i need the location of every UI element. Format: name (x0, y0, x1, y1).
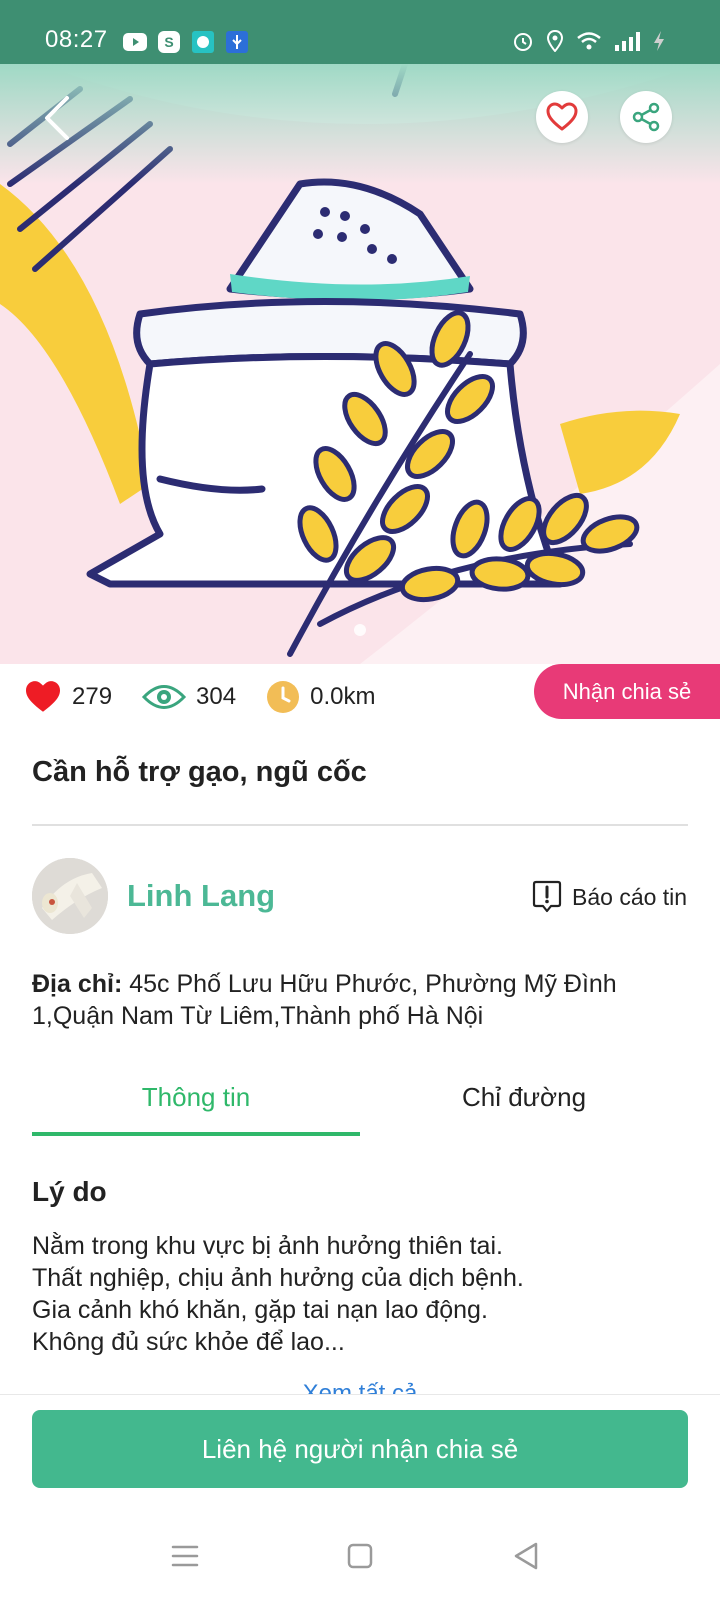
svg-text:S: S (164, 34, 173, 50)
nav-menu-button[interactable] (165, 1536, 205, 1576)
report-icon (532, 880, 562, 913)
system-status-icons (512, 30, 666, 52)
post-stats: 279 304 0.0km (24, 680, 405, 714)
signal-icon (615, 32, 640, 51)
chat-app-icon (191, 31, 215, 53)
usb-icon (225, 31, 249, 53)
report-button[interactable]: Báo cáo tin (532, 880, 687, 914)
status-time: 08:27 (45, 26, 108, 53)
nav-home-button[interactable] (340, 1536, 380, 1576)
clock-icon (267, 681, 300, 713)
wifi-icon (577, 32, 601, 50)
youtube-icon (123, 31, 147, 53)
tab-directions[interactable]: Chỉ đường (360, 1082, 688, 1113)
favorite-button[interactable] (536, 91, 588, 143)
share-icon (632, 102, 660, 132)
back-button[interactable] (36, 92, 76, 144)
address-label: Địa chỉ: (32, 970, 123, 998)
user-name[interactable]: Linh Lang (127, 878, 275, 914)
alarm-icon (514, 33, 532, 51)
battery-charging-icon (654, 31, 664, 51)
address: Địa chỉ: 45c Phố Lưu Hữu Phước, Phường M… (32, 968, 692, 1032)
hero-image (0, 64, 720, 664)
reason-line: Thất nghiệp, chịu ảnh hưởng của dịch bện… (32, 1264, 524, 1292)
heart-icon (546, 102, 578, 131)
home-square-icon (347, 1543, 373, 1569)
reason-line: Gia cảnh khó khăn, gặp tai nạn lao động. (32, 1296, 488, 1324)
active-tab-indicator (32, 1132, 360, 1136)
skype-icon: S (157, 31, 181, 53)
status-bar: 08:27 S (0, 0, 720, 64)
distance-stat: 0.0km (266, 680, 375, 714)
reason-line: Nằm trong khu vực bị ảnh hưởng thiên tai… (32, 1232, 503, 1260)
hero-top-gradient (0, 64, 720, 184)
views-stat: 304 (142, 682, 236, 712)
chevron-left-icon (45, 96, 69, 140)
contact-recipient-button[interactable]: Liên hệ người nhận chia sẻ (32, 1410, 688, 1488)
nav-back-button[interactable] (506, 1536, 546, 1576)
divider (32, 824, 688, 826)
system-nav-bar (0, 1514, 720, 1600)
tab-info[interactable]: Thông tin (32, 1082, 360, 1113)
menu-icon (171, 1545, 199, 1567)
reason-heading: Lý do (32, 1176, 107, 1207)
back-triangle-icon (514, 1542, 538, 1570)
views-count: 304 (196, 683, 237, 710)
likes-stat: 279 (24, 680, 112, 714)
detail-tabs: Thông tin Chỉ đường (32, 1082, 688, 1136)
heart-filled-icon (26, 681, 60, 712)
status-notification-icons: S (123, 31, 249, 53)
avatar-image (32, 858, 108, 934)
distance-value: 0.0km (310, 683, 376, 710)
share-button[interactable] (620, 91, 672, 143)
report-label: Báo cáo tin (572, 883, 688, 910)
carousel-indicator (354, 624, 366, 636)
location-icon (546, 30, 564, 52)
avatar[interactable] (32, 858, 108, 934)
reason-line: Không đủ sức khỏe để lao... (32, 1328, 345, 1356)
reason-text: Nằm trong khu vực bị ảnh hưởng thiên tai… (32, 1230, 692, 1358)
see-all-link[interactable]: Xem tất cả (0, 1380, 720, 1394)
likes-count: 279 (72, 683, 113, 710)
receive-share-badge[interactable]: Nhận chia sẻ (534, 664, 720, 719)
post-title: Cần hỗ trợ gạo, ngũ cốc (32, 756, 367, 788)
eye-icon (142, 685, 187, 709)
